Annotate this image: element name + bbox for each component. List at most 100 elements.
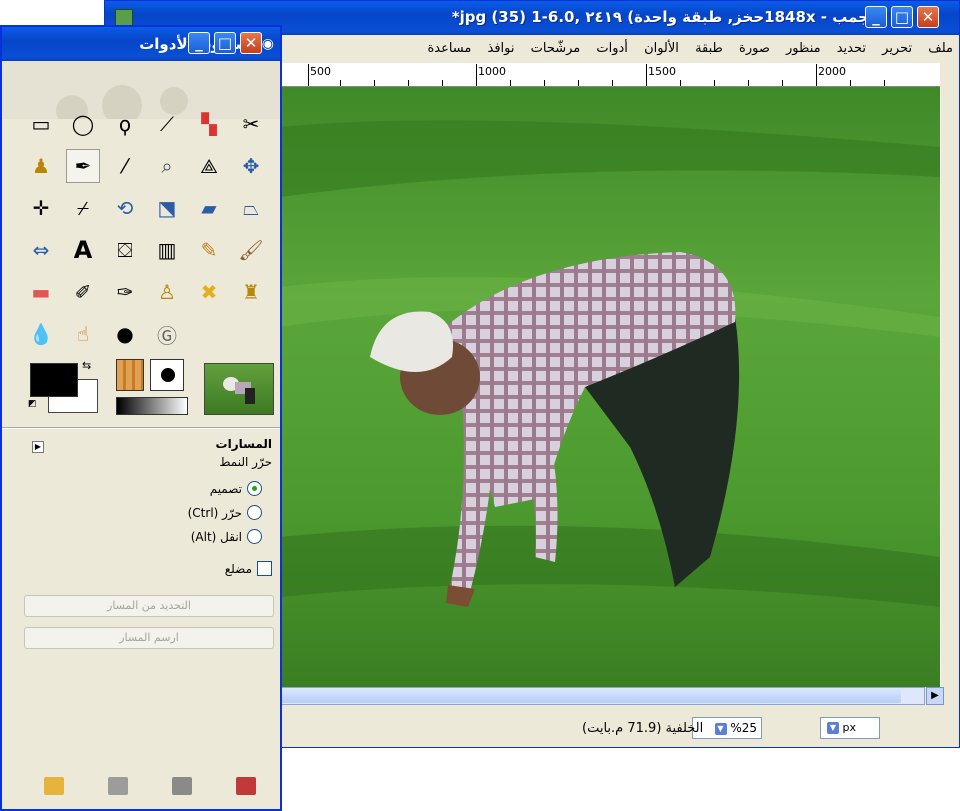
scale-icon[interactable]: ⬔ [150,191,184,225]
convolve-icon[interactable]: Ⓖ [150,317,184,351]
close-icon: ✕ [921,8,935,26]
fuzzy-select-icon[interactable]: ⟋ [150,107,184,141]
rotate-icon[interactable]: ⟲ [108,191,142,225]
clone-icon[interactable]: ♙ [150,275,184,309]
crop-icon[interactable]: ⌿ [66,191,100,225]
pattern-preview[interactable] [150,359,184,391]
bucket-fill-icon[interactable]: ⛋ [108,233,142,267]
menu-view[interactable]: منظور [780,35,827,56]
eraser-icon[interactable]: ▬ [24,275,58,309]
radio-on-icon [247,481,262,496]
toolbox-window: صندوق الأدوات ◉ _ □ ✕ ▭ ◯ ϙ ⟋ ▚ ✂ ♟ ✒ ⁄ … [0,25,282,811]
tool-options-title: المسارات [215,437,272,451]
text-icon[interactable]: A [66,233,100,267]
status-bar: ▼ px %25 ▼ الخلفية (71.9 م.بايت) [280,709,940,743]
ruler-tick [612,80,613,86]
restore-options-icon[interactable] [108,777,128,795]
menu-edit[interactable]: تحرير [876,35,918,56]
blend-icon[interactable]: ▥ [150,233,184,267]
color-picker-icon[interactable]: ⁄ [108,149,142,183]
blur-icon[interactable]: 💧 [24,317,58,351]
ink-icon[interactable]: ✑ [108,275,142,309]
scissors-icon[interactable]: ✂ [234,107,268,141]
stroke-path-button[interactable]: ارسم المسار [24,627,274,649]
chevron-down-icon: ▼ [827,722,839,734]
mode-design-radio[interactable]: تصميم [210,481,262,496]
menu-file[interactable]: ملف [922,35,959,56]
selection-from-path-button[interactable]: التحديد من المسار [24,595,274,617]
menu-windows[interactable]: نوافذ [482,35,521,56]
ruler-tick [646,64,647,86]
select-by-color-icon[interactable]: ▚ [192,107,226,141]
menu-image[interactable]: صورة [733,35,776,56]
horizontal-ruler[interactable]: 500 1000 1500 2000 [280,63,940,87]
scrollbar-thumb[interactable] [281,689,901,703]
perspective-icon[interactable]: ⏢ [234,191,268,225]
gimp-wilber-icon: ◉ [261,36,274,52]
airbrush-icon[interactable]: ✐ [66,275,100,309]
smudge-icon[interactable]: ☝ [66,317,100,351]
ruler-tick [782,80,783,86]
ruler-tick [714,80,715,86]
menu-layer[interactable]: طبقة [689,35,729,56]
close-button[interactable]: ✕ [917,6,939,28]
mode-edit-radio[interactable]: حرّر (Ctrl) [188,505,262,520]
ruler-tick [544,80,545,86]
menu-colors[interactable]: الألوان [638,35,685,56]
measure-icon[interactable]: ⟁ [192,149,226,183]
photo-man-in-field [280,87,940,687]
minimize-icon: _ [195,34,203,52]
minimize-icon: _ [872,8,880,26]
expand-icon[interactable]: ▶ [32,441,44,453]
pattern-dot-icon [161,368,175,382]
maximize-icon: □ [217,34,233,52]
foreground-select-icon[interactable]: ♟ [24,149,58,183]
dodge-burn-icon[interactable]: ● [108,317,142,351]
move-icon[interactable]: ✥ [234,149,268,183]
maximize-button[interactable]: □ [891,6,913,28]
minimize-button[interactable]: _ [865,6,887,28]
horizontal-scrollbar[interactable]: ▶ [280,687,944,705]
paths-icon[interactable]: ✒ [66,149,100,183]
ruler-tick [442,80,443,86]
gradient-preview[interactable] [116,397,188,415]
perspective-clone-icon[interactable]: ♜ [234,275,268,309]
menu-filters[interactable]: مرشّحات [525,35,587,56]
menu-tools[interactable]: أدوات [590,35,634,56]
paintbrush-icon[interactable]: 🖌 [234,233,268,267]
menu-select[interactable]: تحديد [831,35,872,56]
zoom-icon[interactable]: ⌕ [150,149,184,183]
save-options-icon[interactable] [44,777,64,795]
mode-edit-label: حرّر (Ctrl) [187,505,242,520]
align-icon[interactable]: ✛ [24,191,58,225]
maximize-icon: □ [894,8,910,26]
foreground-color-swatch[interactable] [30,363,78,397]
pencil-icon[interactable]: ✎ [192,233,226,267]
brush-preview[interactable] [116,359,144,391]
active-image-thumbnail[interactable] [204,363,274,415]
ruler-tick [476,64,477,86]
delete-options-icon[interactable] [172,777,192,795]
toolbox-minimize-button[interactable]: _ [188,32,210,54]
scroll-right-icon[interactable]: ▶ [926,687,944,705]
rect-select-icon[interactable]: ▭ [24,107,58,141]
toolbox-maximize-button[interactable]: □ [214,32,236,54]
ellipse-select-icon[interactable]: ◯ [66,107,100,141]
toolbox-titlebar[interactable]: صندوق الأدوات ◉ _ □ ✕ [2,27,280,61]
shear-icon[interactable]: ▰ [192,191,226,225]
swap-colors-icon[interactable]: ⇆ [82,359,91,372]
image-canvas[interactable] [280,87,940,687]
reset-options-icon[interactable] [236,777,256,795]
flip-icon[interactable]: ⇔ [24,233,58,267]
ruler-label: 500 [310,65,331,78]
default-colors-icon[interactable]: ◩ [28,399,37,409]
free-select-icon[interactable]: ϙ [108,107,142,141]
unit-select[interactable]: ▼ px [820,717,880,739]
mode-move-radio[interactable]: انقل (Alt) [191,529,262,544]
heal-icon[interactable]: ✖ [192,275,226,309]
menu-help[interactable]: مساعدة [421,35,477,56]
polygonal-label: مضلع [224,561,252,576]
toolbox-close-button[interactable]: ✕ [240,32,262,54]
checkbox-icon [257,561,272,576]
polygonal-checkbox[interactable]: مضلع [225,561,272,576]
